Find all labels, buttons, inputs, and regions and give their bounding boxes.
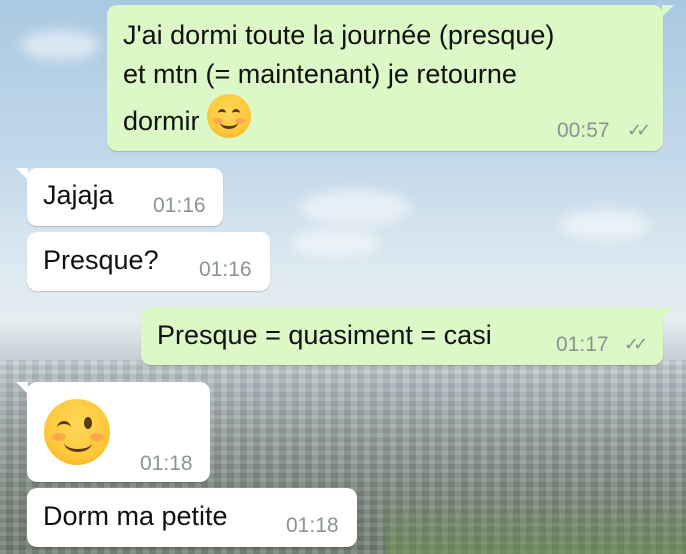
message-bubble-incoming[interactable]: Jajaja 01:16: [16, 168, 223, 226]
message-timestamp: 01:16: [153, 194, 206, 217]
message-text: Presque?: [43, 245, 159, 275]
message-bubble-outgoing[interactable]: Presque = quasiment = casi 01:17 ✓✓: [141, 307, 674, 365]
message-text: Presque = quasiment = casi: [157, 320, 492, 350]
message-text-line: J'ai dormi toute la journée (presque): [123, 20, 555, 50]
message-bubble-outgoing[interactable]: J'ai dormi toute la journée (presque) et…: [107, 5, 674, 151]
winking-face-emoji-icon: [44, 399, 110, 465]
message-bubble-incoming[interactable]: Presque? 01:16: [27, 232, 270, 291]
message-bubble-incoming[interactable]: Dorm ma petite 01:18: [27, 488, 357, 547]
message-timestamp: 01:18: [140, 452, 193, 475]
message-timestamp: 01:16: [199, 258, 252, 281]
message-text: Jajaja: [43, 180, 114, 210]
message-text-line: et mtn (= maintenant) je retourne: [123, 59, 517, 89]
message-timestamp: 01:17: [556, 333, 609, 356]
read-receipt-icon: ✓✓: [627, 120, 651, 140]
smiling-face-emoji-icon: [207, 94, 252, 138]
message-text: Dorm ma petite: [43, 501, 228, 531]
read-receipt-icon: ✓✓: [624, 334, 648, 354]
message-text-line: dormir: [123, 106, 200, 136]
message-timestamp: 01:18: [286, 514, 339, 537]
message-timestamp: 00:57: [557, 119, 610, 142]
message-bubble-incoming[interactable]: 01:18: [16, 382, 210, 482]
